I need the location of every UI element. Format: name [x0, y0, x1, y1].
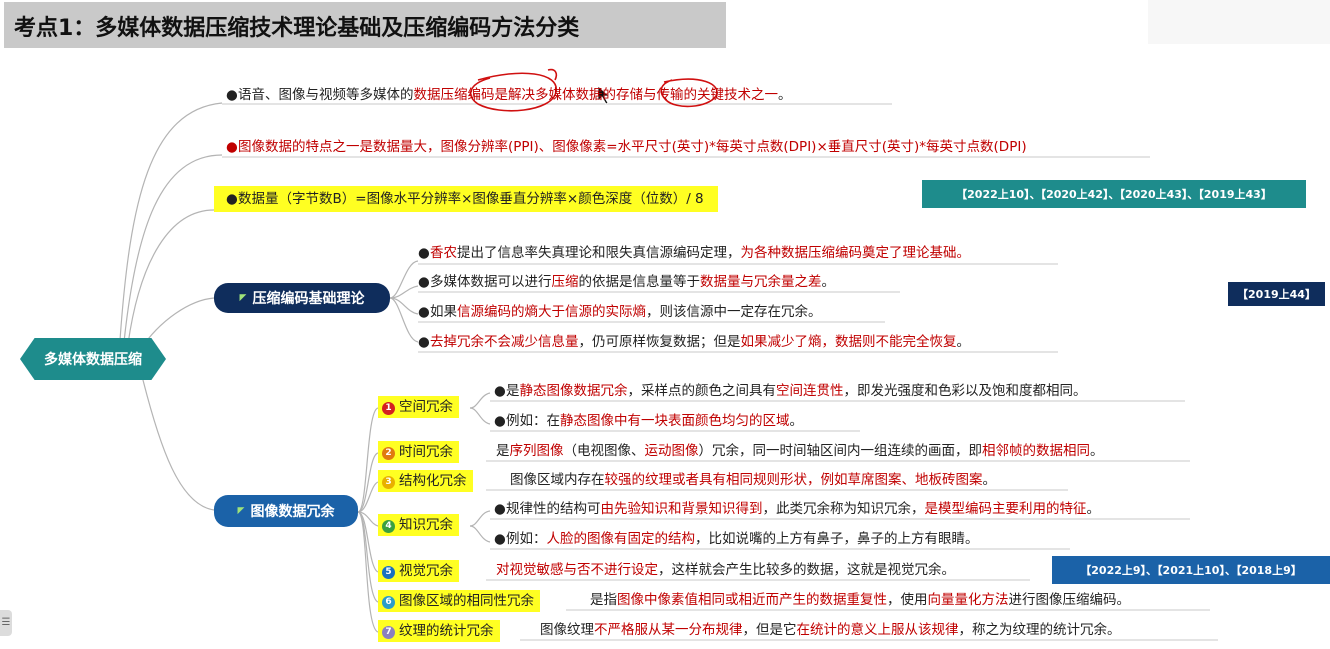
theory-item-entropy: ●如果信源编码的熵大于信源的实际熵，则该信源中一定存在冗余。: [418, 304, 822, 320]
redundancy-label: 图像数据冗余: [250, 504, 335, 520]
bullet-icon: ●: [494, 531, 506, 547]
bullet-icon: ●: [226, 191, 238, 207]
number-badge: 1: [382, 402, 395, 415]
bullet-icon: ●: [494, 413, 506, 429]
spatial-desc-2: ●例如：在静态图像中有一块表面颜色均匀的区域。: [494, 413, 803, 429]
exam-tag: 【2019上44】: [1228, 282, 1325, 306]
flag-icon: ◤: [237, 506, 245, 516]
number-badge: 7: [382, 626, 395, 639]
region-desc: 是指图像中像素值相同或相近而产生的数据重复性，使用向量量化方法进行图像压缩编码。: [590, 592, 1130, 608]
number-badge: 4: [382, 520, 395, 533]
theory-item-shannon: ●香农提出了信息率失真理论和限失真信源编码定理，为各种数据压缩编码奠定了理论基础…: [418, 245, 970, 261]
redundancy-node[interactable]: ◤ 图像数据冗余: [214, 495, 358, 527]
item-data-size-formula: ●数据量（字节数B）=图像水平分辨率×图像垂直分辨率×颜色深度（位数）/ 8: [214, 186, 718, 212]
bullet-icon: ●: [418, 245, 430, 261]
bullet-icon: ●: [418, 334, 430, 350]
knowledge-desc-1: ●规律性的结构可由先验知识和背景知识得到，此类冗余称为知识冗余，是模型编码主要利…: [494, 501, 1100, 517]
number-badge: 3: [382, 476, 395, 489]
knowledge-desc-2: ●例如：人脸的图像有固定的结构，比如说嘴的上方有鼻子，鼻子的上方有眼睛。: [494, 531, 979, 547]
exam-tag: 【2022上10】、【2020上42】、【2020上43】、【2019上43】: [922, 180, 1306, 208]
item-image-data-volume: ●图像数据的特点之一是数据量大，图像分辨率(PPI)、图像像素=水平尺寸(英寸)…: [226, 139, 1027, 155]
theory-label: 压缩编码基础理论: [252, 291, 365, 307]
theory-node[interactable]: ◤ 压缩编码基础理论: [214, 283, 390, 313]
bullet-icon: ●: [226, 139, 238, 155]
theory-item-redundancy: ●去掉冗余不会减少信息量，仍可原样恢复数据；但是如果减少了熵，数据则不能完全恢复…: [418, 334, 970, 350]
bullet-icon: ●: [494, 383, 506, 399]
structural-redundancy-label[interactable]: 3 结构化冗余: [378, 470, 473, 492]
spatial-desc-1: ●是静态图像数据冗余，采样点的颜色之间具有空间连贯性，即发光强度和色彩以及饱和度…: [494, 383, 1087, 399]
number-badge: 2: [382, 447, 395, 460]
visual-desc: 对视觉敏感与否不进行设定，这样就会产生比较多的数据，这就是视觉冗余。: [496, 562, 955, 578]
bullet-icon: ●: [494, 501, 506, 517]
exam-tag: 【2022上9】、【2021上10】、【2018上9】: [1052, 556, 1330, 584]
knowledge-redundancy-label[interactable]: 4 知识冗余: [378, 514, 459, 536]
spatial-redundancy-label[interactable]: 1 空间冗余: [378, 396, 459, 418]
number-badge: 5: [382, 566, 395, 579]
bullet-icon: ●: [226, 87, 238, 103]
number-badge: 6: [382, 596, 395, 609]
bullet-icon: ●: [418, 304, 430, 320]
sidebar-handle-icon[interactable]: ☰: [0, 610, 12, 636]
structural-desc: 图像区域内存在较强的纹理或者具有相同规则形状，例如草席图案、地板砖图案。: [510, 472, 996, 488]
region-redundancy-label[interactable]: 6 图像区域的相同性冗余: [378, 590, 540, 612]
texture-redundancy-label[interactable]: 7 纹理的统计冗余: [378, 620, 500, 642]
flag-icon: ◤: [239, 293, 247, 303]
item-compression-key: ●语音、图像与视频等多媒体的数据压缩编码是解决多媒体数据的存储与传输的关键技术之…: [226, 87, 792, 103]
temporal-redundancy-label[interactable]: 2 时间冗余: [378, 441, 459, 463]
theory-item-basis: ●多媒体数据可以进行压缩的依据是信息量等于数据量与冗余量之差。: [418, 274, 835, 290]
temporal-desc: 是序列图像（电视图像、运动图像）冗余，同一时间轴区间内一组连续的画面，即相邻帧的…: [496, 443, 1104, 459]
root-label: 多媒体数据压缩: [44, 352, 142, 368]
bullet-icon: ●: [418, 274, 430, 290]
root-node[interactable]: 多媒体数据压缩: [20, 338, 166, 380]
visual-redundancy-label[interactable]: 5 视觉冗余: [378, 560, 459, 582]
texture-desc: 图像纹理不严格服从某一分布规律，但是它在统计的意义上服从该规律，称之为纹理的统计…: [540, 622, 1121, 638]
